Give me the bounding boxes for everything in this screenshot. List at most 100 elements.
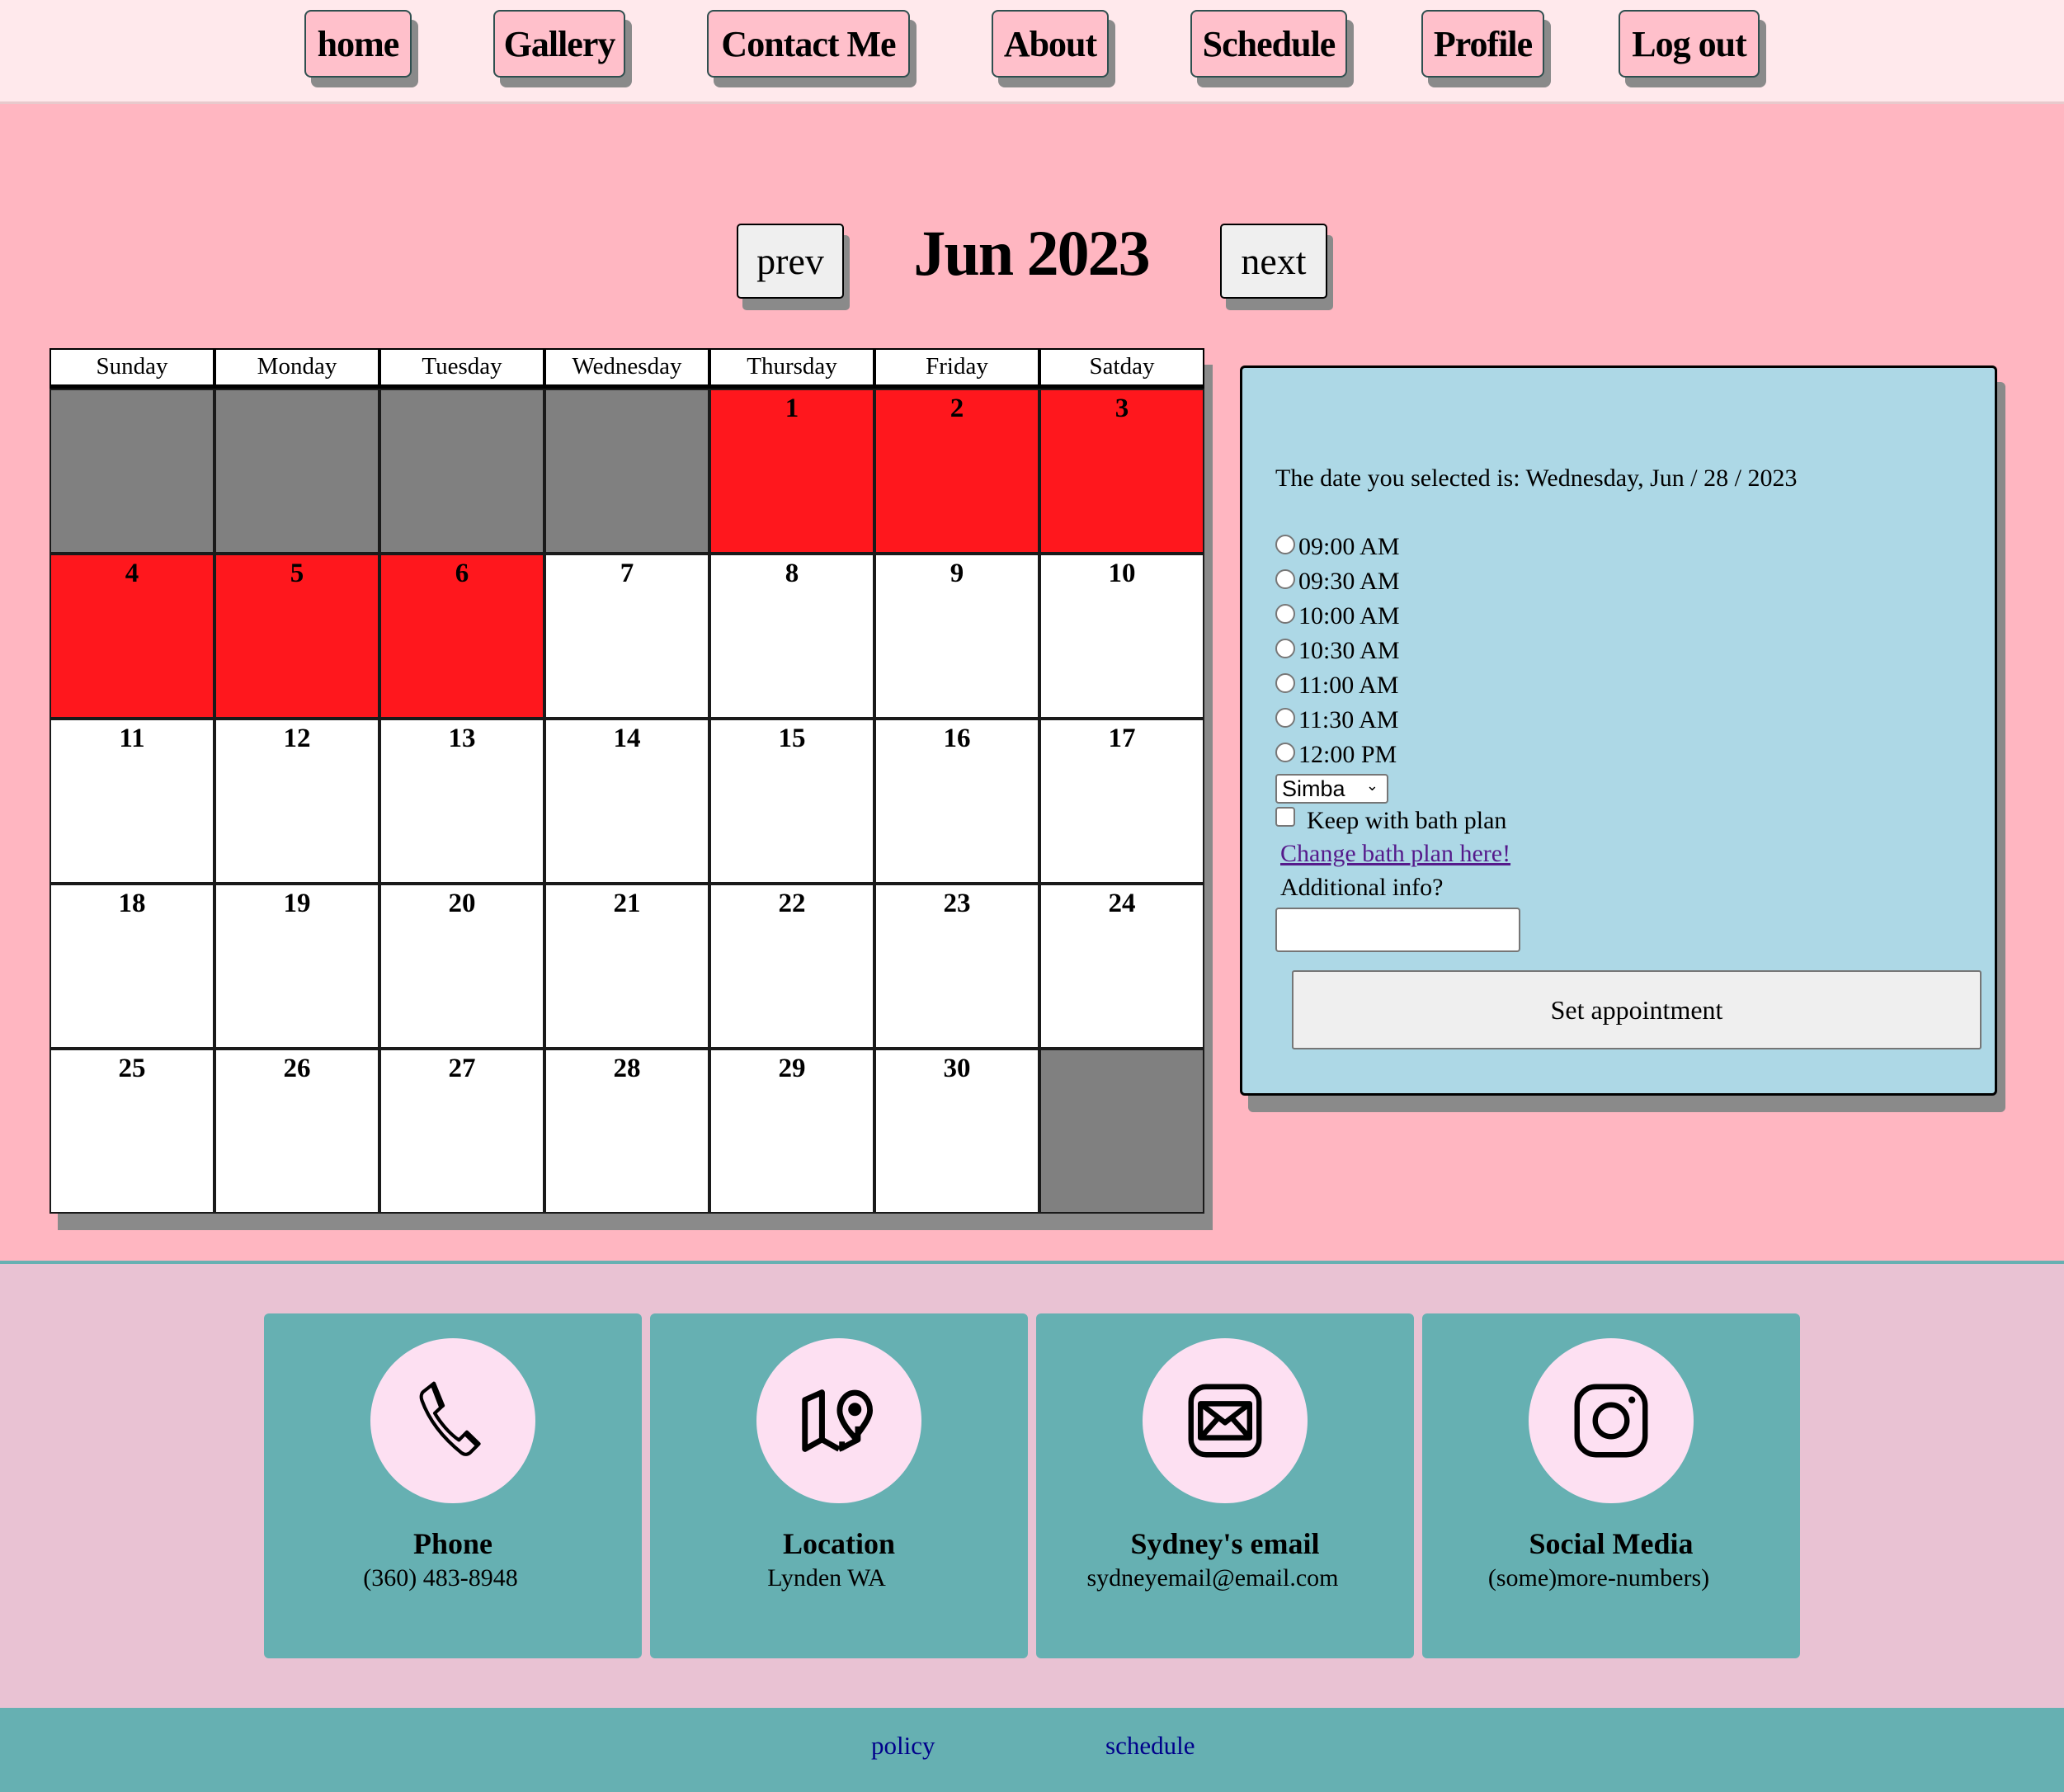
weekday-label: Sunday xyxy=(49,348,214,386)
calendar-day-cell[interactable]: 21 xyxy=(544,884,709,1049)
set-appointment-button[interactable]: Set appointment xyxy=(1292,970,1982,1049)
time-slot-radio[interactable] xyxy=(1275,743,1295,762)
time-slot-label: 09:00 AM xyxy=(1298,533,1400,560)
calendar: Sunday Monday Tuesday Wednesday Thursday… xyxy=(49,348,1204,1214)
calendar-day-cell[interactable]: 17 xyxy=(1039,719,1204,884)
calendar-day-cell[interactable]: 4 xyxy=(49,554,214,719)
time-slot-radio[interactable] xyxy=(1275,535,1295,554)
additional-info-label: Additional info? xyxy=(1280,874,1444,901)
time-slot-option[interactable]: 11:30 AM xyxy=(1275,703,1400,738)
time-slot-radio[interactable] xyxy=(1275,639,1295,658)
calendar-day-cell[interactable]: 27 xyxy=(379,1049,544,1214)
next-month-button[interactable]: next xyxy=(1220,224,1327,299)
icon-circle xyxy=(1529,1338,1694,1503)
calendar-day-cell[interactable]: 26 xyxy=(214,1049,379,1214)
contact-card-title: Social Media xyxy=(1529,1527,1694,1560)
keep-bath-plan-label: Keep with bath plan xyxy=(1307,807,1507,834)
contact-section: Phone (360) 483-8948 Location Lynden WA xyxy=(0,1264,2064,1708)
pet-select-value: Simba xyxy=(1282,776,1345,801)
calendar-day-cell[interactable]: 7 xyxy=(544,554,709,719)
nav-about-button[interactable]: About xyxy=(992,10,1109,78)
contact-card-title: Sydney's email xyxy=(1130,1527,1320,1560)
time-slot-option[interactable]: 12:00 PM xyxy=(1275,738,1400,772)
time-slot-label: 10:00 AM xyxy=(1298,602,1400,630)
calendar-day-cell[interactable]: 13 xyxy=(379,719,544,884)
footer-policy-link[interactable]: policy xyxy=(871,1731,935,1761)
contact-card-title: Location xyxy=(782,1527,895,1560)
month-title: Jun 2023 xyxy=(913,217,1150,289)
nav-contact-button[interactable]: Contact Me xyxy=(707,10,910,78)
calendar-empty-cell xyxy=(379,389,544,554)
calendar-day-cell[interactable]: 14 xyxy=(544,719,709,884)
prev-month-button[interactable]: prev xyxy=(737,224,844,299)
time-slot-radio[interactable] xyxy=(1275,569,1295,589)
change-bath-plan-link[interactable]: Change bath plan here! xyxy=(1280,840,1510,868)
contact-card-phone: Phone (360) 483-8948 xyxy=(264,1313,642,1658)
calendar-empty-cell xyxy=(49,389,214,554)
time-slot-radio[interactable] xyxy=(1275,708,1295,728)
chevron-down-icon: ⌄ xyxy=(1365,777,1378,794)
calendar-empty-cell xyxy=(214,389,379,554)
calendar-day-cell[interactable]: 9 xyxy=(874,554,1039,719)
calendar-day-cell[interactable]: 1 xyxy=(709,389,874,554)
footer-schedule-link[interactable]: schedule xyxy=(1105,1731,1195,1761)
icon-circle xyxy=(756,1338,921,1503)
top-nav: home Gallery Contact Me About Schedule P… xyxy=(0,0,2064,104)
time-slot-option[interactable]: 09:00 AM xyxy=(1275,530,1400,564)
time-slot-option[interactable]: 11:00 AM xyxy=(1275,668,1400,703)
icon-circle xyxy=(370,1338,535,1503)
appointment-panel: The date you selected is: Wednesday, Jun… xyxy=(1240,365,1997,1096)
selected-date-text: The date you selected is: Wednesday, Jun… xyxy=(1275,465,1798,492)
calendar-day-cell[interactable]: 8 xyxy=(709,554,874,719)
calendar-day-cell[interactable]: 25 xyxy=(49,1049,214,1214)
calendar-day-cell[interactable]: 15 xyxy=(709,719,874,884)
time-slot-label: 10:30 AM xyxy=(1298,637,1400,664)
calendar-day-cell[interactable]: 3 xyxy=(1039,389,1204,554)
contact-card-value: (360) 483-8948 xyxy=(363,1564,518,1592)
calendar-day-cell[interactable]: 16 xyxy=(874,719,1039,884)
nav-gallery-button[interactable]: Gallery xyxy=(493,10,625,78)
nav-home-button[interactable]: home xyxy=(304,10,412,78)
calendar-grid: 1 2 3 4 5 6 7 8 9 10 11 12 13 14 15 16 17 18 19 20 21 22 23 24 2… xyxy=(49,386,1204,1214)
time-slot-list: 09:00 AM 09:30 AM 10:00 AM 10:30 AM 11:00 AM… xyxy=(1275,530,1400,772)
weekday-label: Friday xyxy=(874,348,1039,386)
time-slot-label: 11:00 AM xyxy=(1298,672,1399,699)
email-icon xyxy=(1188,1384,1262,1458)
weekday-header: Sunday Monday Tuesday Wednesday Thursday… xyxy=(49,348,1204,386)
nav-schedule-button[interactable]: Schedule xyxy=(1190,10,1347,78)
time-slot-label: 09:30 AM xyxy=(1298,568,1400,595)
calendar-day-cell[interactable]: 18 xyxy=(49,884,214,1049)
calendar-day-cell[interactable]: 11 xyxy=(49,719,214,884)
calendar-empty-cell xyxy=(1039,1049,1204,1214)
time-slot-radio[interactable] xyxy=(1275,604,1295,624)
time-slot-option[interactable]: 10:00 AM xyxy=(1275,599,1400,634)
calendar-day-cell[interactable]: 29 xyxy=(709,1049,874,1214)
additional-info-input[interactable] xyxy=(1275,908,1520,952)
calendar-day-cell[interactable]: 5 xyxy=(214,554,379,719)
time-slot-option[interactable]: 10:30 AM xyxy=(1275,634,1400,668)
contact-card-email: Sydney's email sydneyemail@email.com xyxy=(1036,1313,1414,1658)
calendar-day-cell[interactable]: 23 xyxy=(874,884,1039,1049)
keep-bath-plan-checkbox[interactable] xyxy=(1275,807,1295,827)
calendar-day-cell[interactable]: 12 xyxy=(214,719,379,884)
calendar-day-cell[interactable]: 6 xyxy=(379,554,544,719)
calendar-day-cell[interactable]: 2 xyxy=(874,389,1039,554)
calendar-day-cell[interactable]: 30 xyxy=(874,1049,1039,1214)
calendar-day-cell[interactable]: 10 xyxy=(1039,554,1204,719)
calendar-day-cell[interactable]: 19 xyxy=(214,884,379,1049)
nav-logout-button[interactable]: Log out xyxy=(1619,10,1760,78)
contact-card-value: sydneyemail@email.com xyxy=(1086,1564,1339,1592)
map-pin-icon xyxy=(802,1389,874,1452)
calendar-day-cell[interactable]: 24 xyxy=(1039,884,1204,1049)
contact-card-social: Social Media (some)more-numbers) xyxy=(1422,1313,1800,1658)
time-slot-radio[interactable] xyxy=(1275,673,1295,693)
time-slot-option[interactable]: 09:30 AM xyxy=(1275,564,1400,599)
calendar-day-cell[interactable]: 28 xyxy=(544,1049,709,1214)
calendar-empty-cell xyxy=(544,389,709,554)
weekday-label: Thursday xyxy=(709,348,874,386)
keep-bath-plan-row[interactable]: Keep with bath plan xyxy=(1275,807,1506,835)
pet-select[interactable]: Simba ⌄ xyxy=(1275,774,1388,804)
nav-profile-button[interactable]: Profile xyxy=(1421,10,1544,78)
calendar-day-cell[interactable]: 22 xyxy=(709,884,874,1049)
calendar-day-cell[interactable]: 20 xyxy=(379,884,544,1049)
